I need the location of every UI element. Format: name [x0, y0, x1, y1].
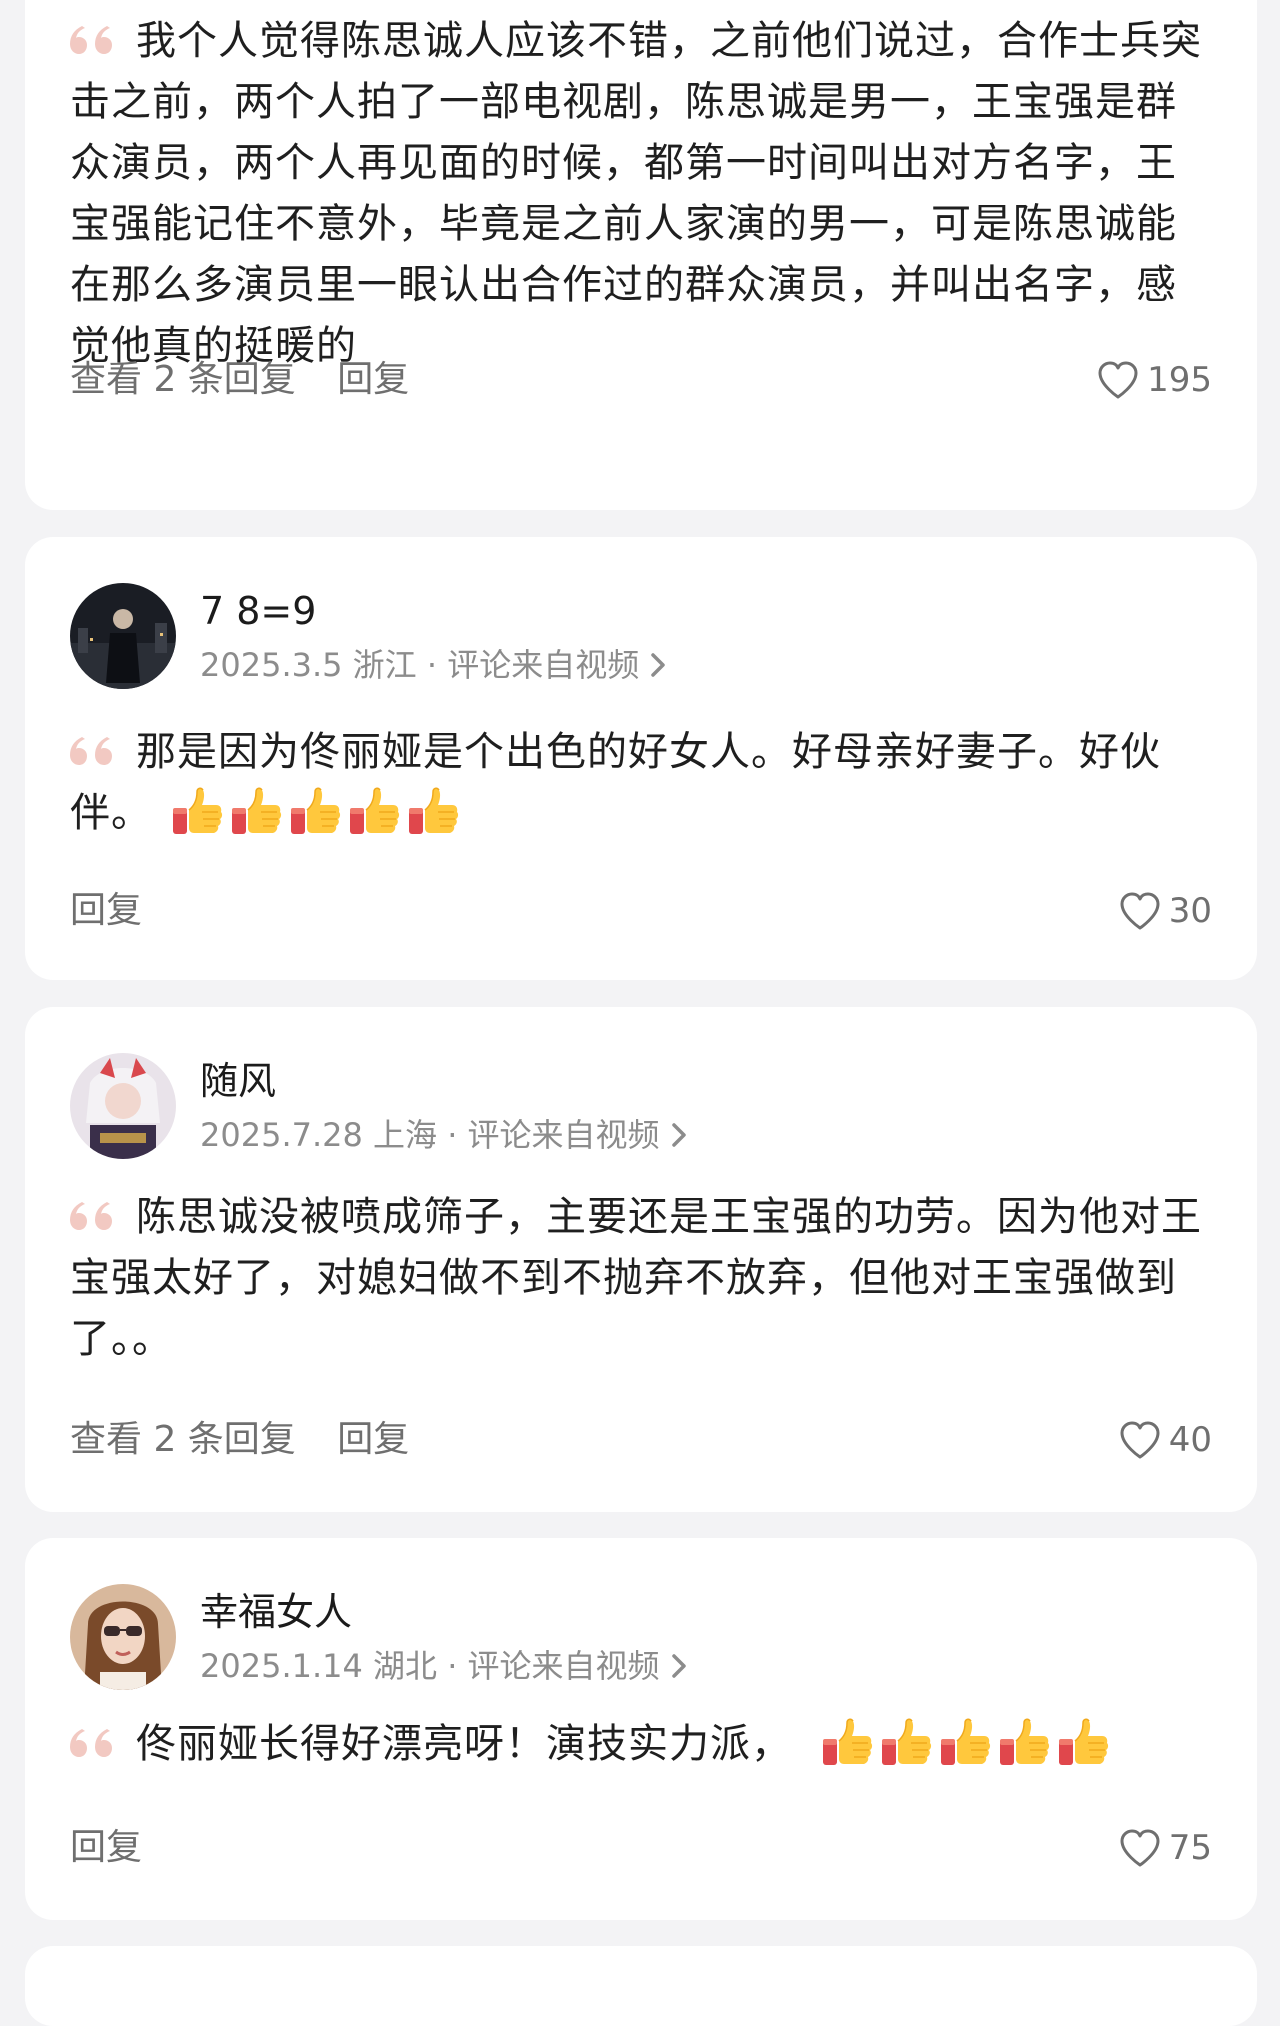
like-count: 30: [1168, 891, 1212, 931]
comment-card: 我个人觉得陈思诚人应该不错，之前他们说过，合作士兵突击之前，两个人拍了一部电视剧…: [25, 0, 1257, 510]
avatar[interactable]: [70, 1053, 176, 1159]
thumbs-up-icon: [1056, 1715, 1110, 1769]
comment-card: 随风 2025.7.28 上海 · 评论来自视频 陈思诚没被喷成筛子，主要还是王…: [25, 1007, 1257, 1512]
reply-button[interactable]: 回复: [70, 890, 142, 931]
comment-actions: 回复: [70, 1826, 142, 1870]
comment-meta[interactable]: 2025.3.5 浙江 · 评论来自视频: [200, 645, 669, 685]
heart-icon: [1119, 1420, 1161, 1460]
like-count: 195: [1147, 360, 1212, 400]
comment-card: 幸福女人 2025.1.14 湖北 · 评论来自视频 佟丽娅长得好漂亮呀！演技实…: [25, 1538, 1257, 1920]
chevron-right-icon: [668, 1120, 690, 1150]
view-replies-button[interactable]: 查看 2 条回复: [70, 1419, 296, 1460]
comment-text: 佟丽娅长得好漂亮呀！演技实力派，: [70, 1714, 1215, 1775]
thumbs-up-icon: [288, 784, 342, 838]
quote-icon: [70, 1727, 116, 1757]
reply-button[interactable]: 回复: [70, 1827, 142, 1868]
like-button[interactable]: 40: [1119, 1418, 1212, 1462]
avatar[interactable]: [70, 1584, 176, 1690]
comment-actions: 回复: [70, 889, 142, 933]
comment-header: 随风 2025.7.28 上海 · 评论来自视频: [70, 1053, 1170, 1159]
comment-text: 陈思诚没被喷成筛子，主要还是王宝强的功劳。因为他对王宝强太好了，对媳妇做不到不抛…: [70, 1194, 1202, 1362]
like-button[interactable]: 75: [1119, 1826, 1212, 1870]
username[interactable]: 幸福女人: [200, 1590, 352, 1634]
comment-card: 7 8=9 2025.3.5 浙江 · 评论来自视频 那是因为佟丽娅是个出色的好…: [25, 537, 1257, 980]
thumbs-up-icon: [170, 784, 224, 838]
comment-card: [25, 1946, 1257, 2026]
comment-text: 那是因为佟丽娅是个出色的好女人。好母亲好妻子。好伙伴。: [70, 729, 1161, 838]
emoji-group: [820, 1715, 1115, 1769]
thumbs-up-icon: [406, 784, 460, 838]
thumbs-up-icon: [879, 1715, 933, 1769]
thumbs-up-icon: [229, 784, 283, 838]
username[interactable]: 7 8=9: [200, 589, 316, 633]
comment-text: 我个人觉得陈思诚人应该不错，之前他们说过，合作士兵突击之前，两个人拍了一部电视剧…: [70, 18, 1202, 369]
reply-button[interactable]: 回复: [337, 1419, 409, 1460]
quote-icon: [70, 24, 116, 54]
comment-header: 幸福女人 2025.1.14 湖北 · 评论来自视频: [70, 1584, 1170, 1690]
heart-icon: [1119, 1828, 1161, 1868]
comment-actions: 查看 2 条回复 回复: [70, 358, 409, 402]
avatar[interactable]: [70, 583, 176, 689]
comment-meta[interactable]: 2025.7.28 上海 · 评论来自视频: [200, 1115, 690, 1155]
comment-actions: 查看 2 条回复 回复: [70, 1418, 409, 1462]
like-count: 40: [1168, 1420, 1212, 1460]
quote-icon: [70, 735, 116, 765]
reply-button[interactable]: 回复: [337, 359, 409, 400]
username[interactable]: 随风: [200, 1059, 276, 1103]
comment-meta[interactable]: 2025.1.14 湖北 · 评论来自视频: [200, 1646, 690, 1686]
thumbs-up-icon: [938, 1715, 992, 1769]
like-count: 75: [1168, 1828, 1212, 1868]
like-button[interactable]: 30: [1119, 889, 1212, 933]
like-button[interactable]: 195: [1097, 358, 1212, 402]
thumbs-up-icon: [820, 1715, 874, 1769]
emoji-group: [170, 784, 465, 838]
heart-icon: [1097, 360, 1139, 400]
view-replies-button[interactable]: 查看 2 条回复: [70, 359, 296, 400]
chevron-right-icon: [668, 1651, 690, 1681]
thumbs-up-icon: [997, 1715, 1051, 1769]
chevron-right-icon: [647, 650, 669, 680]
quote-icon: [70, 1200, 116, 1230]
thumbs-up-icon: [347, 784, 401, 838]
heart-icon: [1119, 891, 1161, 931]
comment-header: 7 8=9 2025.3.5 浙江 · 评论来自视频: [70, 583, 1170, 689]
